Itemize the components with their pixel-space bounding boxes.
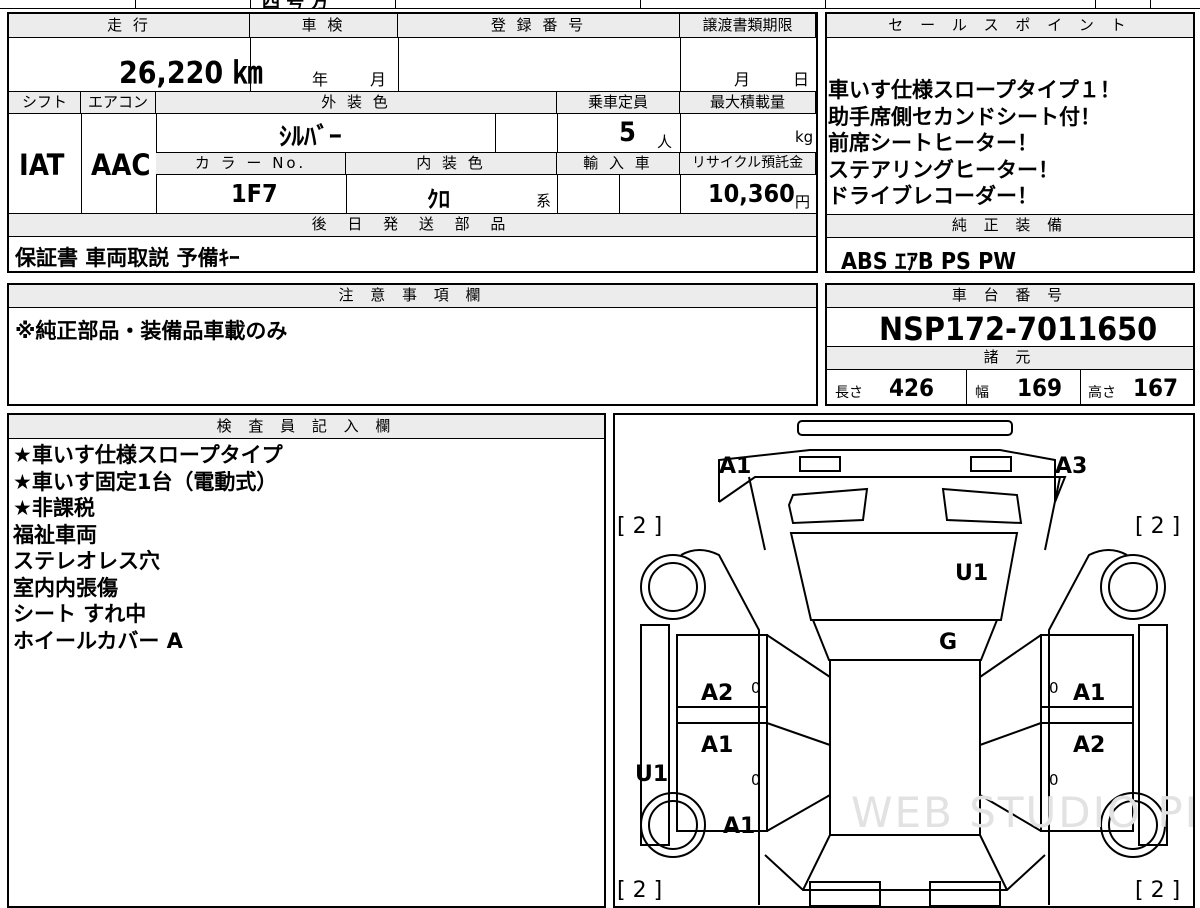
mark-right-front-door: A1 <box>1073 681 1105 706</box>
equipment-value: ABS ｴｱB PS PW <box>841 249 1017 275</box>
mileage-label: 走 行 <box>9 14 250 38</box>
inspector-line: ホイールカバー A <box>13 628 183 653</box>
mileage-value: 26,220 ㎞ <box>119 56 263 91</box>
mark-left-lower: A1 <box>701 733 733 758</box>
later-parts-label: 後 日 発 送 部 品 <box>9 214 816 237</box>
width-label: 幅 <box>975 385 989 401</box>
mark-roof: U1 <box>955 561 988 586</box>
height-value: 167 <box>1133 374 1179 402</box>
registration-label: 登 録 番 号 <box>398 14 680 38</box>
color-no-label: カ ラ ー No. <box>156 153 346 175</box>
inspector-line: ★非課税 <box>13 496 95 520</box>
width-value: 169 <box>1017 374 1063 402</box>
inspector-box: 検 査 員 記 入 欄 ★車いす仕様スロープタイプ ★車いす固定1台（電動式） … <box>7 413 606 908</box>
inspector-line: ★車いす仕様スロープタイプ <box>13 443 283 467</box>
inspector-lines: ★車いす仕様スロープタイプ ★車いす固定1台（電動式） ★非課税 福祉車両 ステ… <box>13 442 283 654</box>
mark-front-left: A1 <box>719 454 751 479</box>
chassis-number: NSP172-7011650 <box>879 310 1158 348</box>
top-strip: 四 号 方 <box>0 0 1200 9</box>
interior-label: 内 装 色 <box>346 153 557 175</box>
vehicle-diagram-box: A1 A3 U1 G A2 A1 A1 A2 U1 A1 [ 2 ] [ 2 ]… <box>613 413 1195 908</box>
recycle-label: リサイクル預託金 <box>680 153 816 175</box>
equipment-label: 純 正 装 備 <box>827 215 1193 238</box>
sales-line: 助手席側セカンドシート付！ <box>828 104 1101 129</box>
transfer-day: 日 <box>793 70 810 89</box>
inspector-line: 福祉車両 <box>13 522 97 547</box>
color-no-value: 1F7 <box>231 179 278 208</box>
tire-rear-left: [ 2 ] <box>617 878 662 903</box>
sales-point-box: セ ー ル ス ポ イ ン ト 車いす仕様スロープタイプ１！ 助手席側セカンドシ… <box>825 12 1195 275</box>
sales-line: 車いす仕様スロープタイプ１！ <box>828 78 1121 102</box>
interior-value: ｸﾛ <box>427 187 450 213</box>
mark-rear-left-door: A2 <box>701 681 733 706</box>
inspector-line: シート すれ中 <box>13 602 147 626</box>
watermark: WEB STUDIO PRO <box>851 788 1193 837</box>
ac-value: AAC <box>91 148 151 182</box>
inspector-label: 検 査 員 記 入 欄 <box>9 415 604 439</box>
sales-line: ステアリングヒーター！ <box>828 157 1059 182</box>
exterior-label: 外 装 色 <box>156 92 557 114</box>
shift-value: IAT <box>19 148 65 182</box>
inspection-label: 車 検 <box>250 14 398 38</box>
capacity-unit: 人 <box>657 133 673 151</box>
maxload-label: 最大積載量 <box>680 92 816 114</box>
vehicle-diagram: A1 A3 U1 G A2 A1 A1 A2 U1 A1 [ 2 ] [ 2 ]… <box>617 420 1193 906</box>
notes-label: 注 意 事 項 欄 <box>9 285 816 308</box>
exterior-value: ｼﾙﾊﾞｰ <box>279 122 342 151</box>
inspection-year: 年 <box>312 70 329 89</box>
sales-line: 前席シートヒーター！ <box>828 131 1038 155</box>
notes-box: 注 意 事 項 欄 ※純正部品・装備品車載のみ <box>7 283 818 406</box>
top-partial-text: 四 号 方 <box>262 0 329 8</box>
ac-label: エアコン <box>81 92 156 114</box>
inspection-month: 月 <box>370 70 387 89</box>
later-parts-value: 保証書 車両取説 予備ｷｰ <box>15 246 240 270</box>
zero-mark: 0 <box>1049 771 1059 789</box>
shift-label: シフト <box>9 92 81 114</box>
zero-mark: 0 <box>1049 679 1059 697</box>
recycle-value: 10,360 <box>708 179 795 208</box>
mark-windshield: G <box>939 630 957 655</box>
spec-table: 走 行 車 検 登 録 番 号 譲渡書類期限 26,220 ㎞ 年 月 月 日 … <box>7 12 818 273</box>
maxload-unit: kg <box>795 128 814 146</box>
inspector-line: ★車いす固定1台（電動式） <box>13 469 278 494</box>
import-label: 輸 入 車 <box>557 153 680 175</box>
chassis-label: 車 台 番 号 <box>827 285 1193 308</box>
sales-label: セ ー ル ス ポ イ ン ト <box>827 14 1193 38</box>
chassis-box: 車 台 番 号 NSP172-7011650 諸 元 長さ 426 幅 169 … <box>825 283 1195 406</box>
capacity-label: 乗車定員 <box>557 92 680 114</box>
tire-front-left: [ 2 ] <box>617 514 662 539</box>
inspector-line: 室内内張傷 <box>13 575 118 600</box>
sales-line: ドライブレコーダー！ <box>828 184 1038 208</box>
mark-front-right: A3 <box>1055 454 1087 479</box>
sales-lines: 車いす仕様スロープタイプ１！ 助手席側セカンドシート付！ 前席シートヒーター！ … <box>828 77 1121 210</box>
tire-front-right: [ 2 ] <box>1135 514 1180 539</box>
mark-left-rear: A1 <box>723 814 755 839</box>
interior-suffix: 系 <box>536 192 552 210</box>
capacity-value: 5 <box>619 117 636 148</box>
recycle-unit: 円 <box>795 193 811 211</box>
mark-right-lower: A2 <box>1073 733 1105 758</box>
dims-label: 諸 元 <box>827 347 1193 370</box>
zero-mark: 0 <box>751 679 761 697</box>
zero-mark: 0 <box>751 771 761 789</box>
length-label: 長さ <box>835 385 863 401</box>
notes-text: ※純正部品・装備品車載のみ <box>15 319 288 343</box>
inspector-line: ステレオレス穴 <box>13 549 160 573</box>
tire-rear-right: [ 2 ] <box>1135 878 1180 903</box>
height-label: 高さ <box>1088 385 1116 401</box>
transfer-label: 譲渡書類期限 <box>680 14 816 38</box>
length-value: 426 <box>889 374 935 402</box>
transfer-month: 月 <box>734 70 751 89</box>
mark-left-rocker: U1 <box>635 762 668 787</box>
